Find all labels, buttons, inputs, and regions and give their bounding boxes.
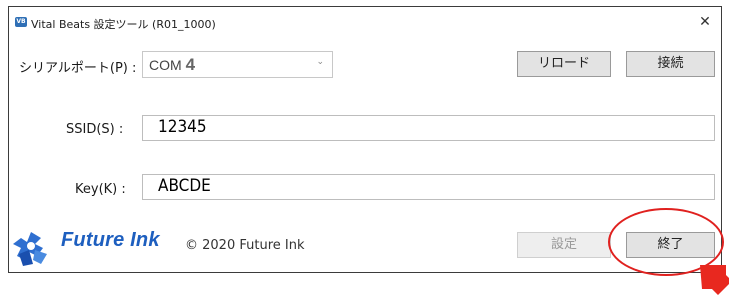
serial-port-value: COM 4 xyxy=(149,55,195,75)
serial-port-select[interactable]: COM 4 ⌄ xyxy=(142,51,333,78)
reload-button[interactable]: リロード xyxy=(517,51,611,77)
window-title: Vital Beats 設定ツール (R01_1000) xyxy=(31,18,216,31)
key-input[interactable]: ABCDE xyxy=(142,174,715,200)
serial-port-label: シリアルポート(P) : xyxy=(19,61,137,76)
key-value: ABCDE xyxy=(158,176,211,196)
ssid-value: 12345 xyxy=(158,117,207,137)
screenshot-stage: VB Vital Beats 設定ツール (R01_1000) ✕ シリアルポー… xyxy=(0,0,729,299)
title-bar: VB Vital Beats 設定ツール (R01_1000) ✕ xyxy=(9,7,721,37)
port-prefix: COM xyxy=(149,57,182,73)
copyright-text: © 2020 Future Ink xyxy=(185,238,305,253)
settings-button[interactable]: 設定 xyxy=(517,232,611,258)
connect-button[interactable]: 接続 xyxy=(626,51,715,77)
future-ink-logo-icon xyxy=(13,232,47,266)
key-label: Key(K) : xyxy=(75,182,126,197)
ssid-input[interactable]: 12345 xyxy=(142,115,715,141)
chevron-down-icon: ⌄ xyxy=(316,57,324,67)
app-icon: VB xyxy=(15,17,27,27)
ssid-label: SSID(S) : xyxy=(66,122,124,137)
pointer-arrow-icon xyxy=(700,265,729,295)
brand-name: Future Ink xyxy=(61,229,160,251)
port-number: 4 xyxy=(185,55,196,74)
close-button[interactable]: ✕ xyxy=(693,11,717,33)
